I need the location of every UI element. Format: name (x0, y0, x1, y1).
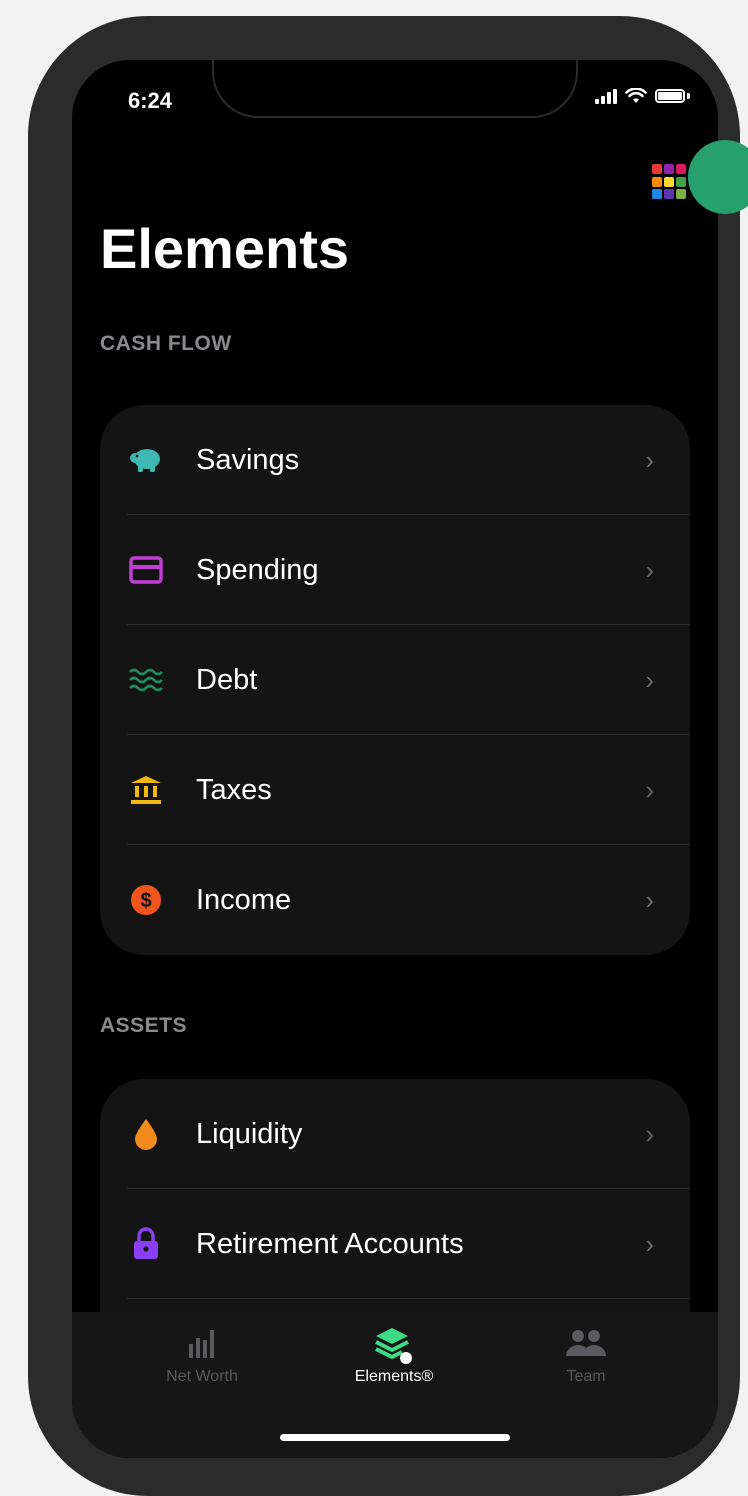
status-time: 6:24 (128, 88, 173, 113)
list-item-income[interactable]: $ Income › (100, 845, 690, 955)
home-indicator[interactable] (280, 1434, 510, 1441)
people-icon (566, 1330, 606, 1356)
chevron-right-icon: › (645, 1228, 654, 1259)
list-item-debt[interactable]: Debt › (100, 625, 690, 735)
chevron-right-icon: › (645, 1118, 654, 1149)
list-item-label: Savings (196, 443, 300, 476)
list-item-label: Spending (196, 553, 319, 586)
tab-net-worth[interactable]: Net Worth (122, 1312, 282, 1412)
list-item-label: Debt (196, 663, 258, 696)
chevron-right-icon: › (645, 554, 654, 585)
dollar-coin-icon: $ (128, 882, 164, 918)
credit-card-icon (128, 552, 164, 588)
layers-icon (375, 1328, 412, 1364)
apps-grid-icon[interactable] (652, 164, 688, 200)
page-title: Elements (100, 217, 349, 280)
list-item-label: Income (196, 883, 292, 916)
lock-icon (128, 1226, 164, 1262)
list-item-taxes[interactable]: Taxes › (100, 735, 690, 845)
signal-icon (595, 88, 617, 104)
svg-text:$: $ (140, 890, 151, 912)
chevron-right-icon: › (645, 884, 654, 915)
section-label-cash-flow: CASH FLOW (100, 332, 232, 355)
list-item-savings[interactable]: Savings › (100, 405, 690, 515)
water-drop-icon (128, 1116, 164, 1152)
bar-chart-icon (189, 1330, 214, 1358)
piggy-bank-icon (128, 442, 164, 478)
tab-team[interactable]: Team (506, 1312, 666, 1412)
section-label-assets: ASSETS (100, 1014, 188, 1037)
status-icons (595, 88, 690, 104)
list-item-label: Taxes (196, 773, 272, 806)
list-item-retirement-accounts[interactable]: Retirement Accounts › (100, 1189, 690, 1299)
list-item-spending[interactable]: Spending › (100, 515, 690, 625)
list-item-label: Liquidity (196, 1117, 303, 1150)
tab-bar: Net Worth Elements® Team (72, 1312, 718, 1458)
waves-icon (128, 662, 164, 698)
chevron-right-icon: › (645, 444, 654, 475)
assets-card: Liquidity › Retirement Accounts › (100, 1079, 690, 1312)
chevron-right-icon: › (645, 774, 654, 805)
list-item-label: Retirement Accounts (196, 1227, 464, 1260)
chevron-right-icon: › (645, 664, 654, 695)
cash-flow-card: Savings › Spending › Debt › Taxes › $ In… (100, 405, 690, 955)
notch (212, 60, 578, 118)
tab-label: Net Worth (166, 1368, 238, 1385)
tab-label: Elements® (354, 1368, 434, 1385)
list-item-liquidity[interactable]: Liquidity › (100, 1079, 690, 1189)
tab-elements[interactable]: Elements® (314, 1312, 474, 1412)
tab-label: Team (566, 1368, 606, 1385)
bank-building-icon (128, 772, 164, 808)
battery-icon (655, 89, 685, 103)
wifi-icon (625, 88, 647, 103)
